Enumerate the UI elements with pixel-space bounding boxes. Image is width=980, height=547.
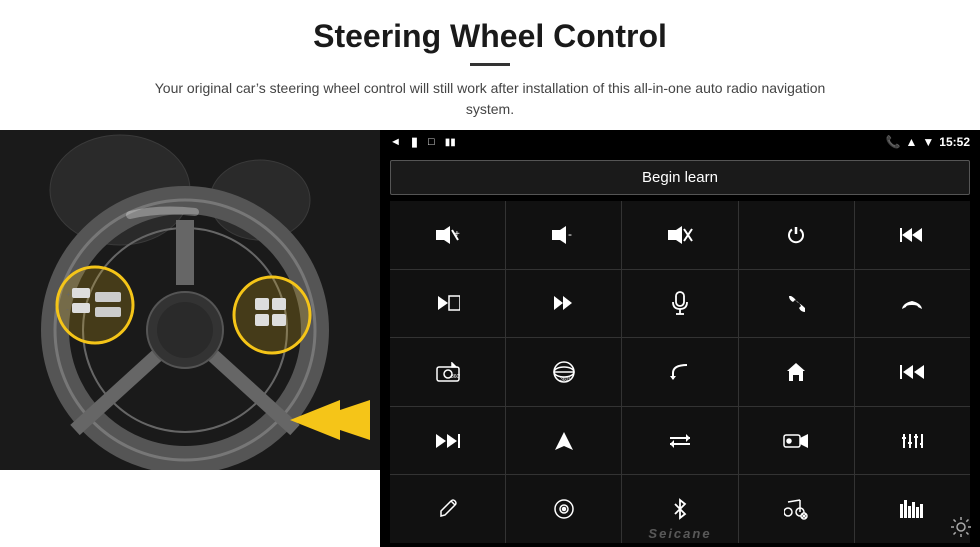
hang-up-button[interactable] [855,270,970,338]
svg-text:-: - [66,305,69,314]
settings-icon-bottom[interactable] [950,516,972,543]
music-settings-button[interactable] [739,475,854,543]
page-container: Steering Wheel Control Your original car… [0,0,980,547]
page-title: Steering Wheel Control [20,18,960,55]
home-nav-icon[interactable]: ▮ [411,134,418,150]
phone-answer-button[interactable] [739,270,854,338]
begin-learn-button[interactable]: Begin learn [390,160,970,195]
swap-button[interactable] [622,407,737,475]
svg-text:-: - [568,227,572,241]
back-button[interactable] [622,338,737,406]
navigation-button[interactable] [506,407,621,475]
bluetooth-button[interactable] [622,475,737,543]
content-area: + - ◄ [0,130,980,547]
menu-button[interactable] [506,475,621,543]
location-status-icon: ▲ [906,135,918,149]
edit-button[interactable] [390,475,505,543]
360-view-button[interactable]: 360° [506,338,621,406]
skip-next-button[interactable] [390,407,505,475]
vol-up-button[interactable]: + [390,201,505,269]
time-display: 15:52 [939,135,970,149]
status-bar: ◄ ▮ □ ▮▮ 📞 ▲ ▼ 15:52 [380,130,980,154]
back-nav-icon[interactable]: ◄ [390,136,401,148]
home-button[interactable] [739,338,854,406]
skip-back-button[interactable] [855,338,970,406]
svg-text:360°: 360° [560,377,570,383]
status-left: ◄ ▮ □ ▮▮ [390,134,456,150]
wifi-status-icon: ▼ [922,135,934,149]
title-divider [470,63,510,66]
svg-text:+: + [66,290,71,299]
svg-text:+: + [454,229,460,240]
status-right: 📞 ▲ ▼ 15:52 [886,135,970,149]
phone-status-icon: 📞 [886,135,901,149]
power-button[interactable] [739,201,854,269]
mute-button[interactable] [622,201,737,269]
next-button[interactable] [390,270,505,338]
mic-button[interactable] [622,270,737,338]
head-unit-panel: ◄ ▮ □ ▮▮ 📞 ▲ ▼ 15:52 Begin learn [380,130,980,547]
steering-wheel-panel: + - [0,130,380,470]
recent-nav-icon[interactable]: □ [428,136,435,148]
camera-button[interactable]: 360° [390,338,505,406]
header-section: Steering Wheel Control Your original car… [0,0,980,130]
equalizer-button[interactable] [855,407,970,475]
controls-grid: + - [390,201,970,543]
subtitle: Your original car’s steering wheel contr… [140,78,840,120]
vol-down-button[interactable]: - [506,201,621,269]
fast-forward-button[interactable] [506,270,621,338]
svg-text:360°: 360° [451,374,460,380]
record-button[interactable] [739,407,854,475]
signal-bars: ▮▮ [445,137,456,148]
prev-track-button[interactable] [855,201,970,269]
